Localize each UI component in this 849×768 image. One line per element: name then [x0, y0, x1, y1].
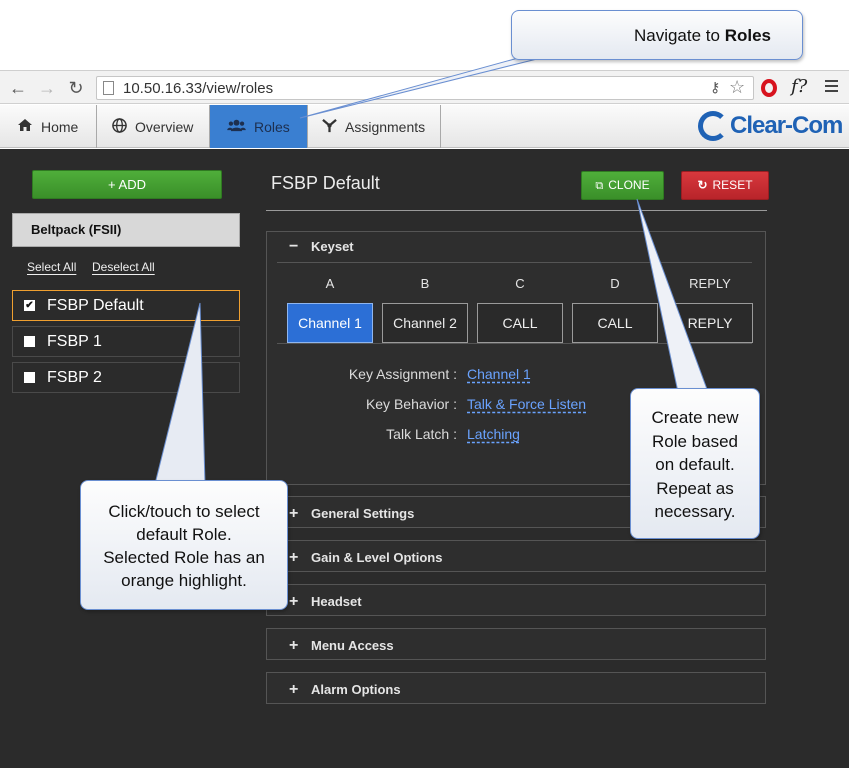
tab-label: Assignments	[345, 118, 426, 135]
section-title: Menu Access	[311, 638, 394, 653]
star-icon[interactable]: ☆	[729, 77, 745, 98]
section-title: Headset	[311, 594, 362, 609]
page-title: FSBP Default	[271, 173, 380, 193]
section-title: General Settings	[311, 506, 415, 521]
callout-line: on default.	[655, 455, 735, 474]
plus-icon: +	[289, 593, 299, 610]
url-text: 10.50.16.33/view/roles	[123, 80, 274, 97]
deselect-all-link[interactable]: Deselect All	[92, 260, 155, 274]
callout-bold-text: Roles	[724, 26, 771, 45]
section-gain-level-options[interactable]: + Gain & Level Options	[266, 540, 766, 572]
minus-icon: −	[289, 238, 299, 255]
clone-button[interactable]: ⧉ CLONE	[581, 171, 664, 200]
browser-menu-icon[interactable]	[825, 80, 838, 95]
globe-icon	[112, 117, 127, 136]
section-title: Gain & Level Options	[311, 550, 443, 565]
key-assignment-value[interactable]: Channel 1	[467, 366, 531, 382]
key-button-a[interactable]: Channel 1	[287, 303, 373, 343]
divider	[266, 210, 767, 211]
key-button-reply[interactable]: REPLY	[667, 303, 753, 343]
role-item-fsbp-2[interactable]: FSBP 2	[12, 362, 240, 393]
divider	[277, 262, 752, 263]
clear-com-logo: Clear-Com	[698, 110, 843, 142]
users-icon	[227, 119, 246, 135]
key-button-c[interactable]: CALL	[477, 303, 563, 343]
tab-label: Home	[41, 118, 79, 135]
callout-line: Click/touch to select	[108, 502, 260, 521]
keyset-header[interactable]: − Keyset	[289, 238, 354, 256]
checkbox-unchecked[interactable]	[24, 336, 35, 347]
role-label: FSBP 2	[47, 369, 102, 386]
back-arrow-icon[interactable]: ←	[8, 78, 28, 98]
select-all-link[interactable]: Select All	[27, 260, 76, 274]
reset-label: RESET	[712, 178, 753, 192]
divider	[277, 343, 752, 344]
callout-line: Repeat as	[656, 478, 734, 498]
callout-line: Create new	[651, 408, 739, 427]
section-title: Alarm Options	[311, 682, 401, 697]
plus-icon: +	[289, 681, 299, 698]
section-headset[interactable]: + Headset	[266, 584, 766, 616]
keyset-title: Keyset	[311, 239, 354, 254]
key-column-c: C	[515, 276, 525, 291]
key-column-b: B	[420, 276, 430, 291]
callout-line: Role based	[651, 431, 738, 451]
callout-line: necessary.	[654, 502, 736, 521]
key-column-d: D	[610, 276, 620, 291]
key-column-a: A	[325, 276, 335, 291]
clone-label: CLONE	[608, 178, 650, 192]
function-extension-icon[interactable]: f?	[791, 76, 807, 97]
copy-icon: ⧉	[595, 180, 604, 192]
plus-icon: +	[289, 505, 299, 522]
select-role-callout: Click/touch to select default Role. Sele…	[80, 480, 288, 610]
checkbox-unchecked[interactable]	[24, 372, 35, 383]
section-menu-access[interactable]: + Menu Access	[266, 628, 766, 660]
role-label: FSBP 1	[47, 333, 102, 350]
reload-icon[interactable]: ↻	[66, 78, 86, 98]
key-button-b[interactable]: Channel 2	[382, 303, 468, 343]
key-behavior-label: Key Behavior :	[365, 396, 457, 412]
role-item-fsbp-default[interactable]: ✔ FSBP Default	[12, 290, 240, 321]
browser-toolbar: ← → ↻ 10.50.16.33/view/roles ⚷ ☆ f?	[0, 70, 849, 104]
logo-text: Clear-Com	[730, 112, 843, 139]
tab-roles[interactable]: Roles	[210, 105, 308, 148]
tab-label: Roles	[254, 118, 290, 135]
callout-line: default Role.	[136, 525, 232, 544]
checkbox-checked[interactable]: ✔	[24, 300, 35, 311]
key-icon[interactable]: ⚷	[710, 79, 720, 96]
role-item-fsbp-1[interactable]: FSBP 1	[12, 326, 240, 357]
reset-button[interactable]: ↻ RESET	[681, 171, 769, 200]
assignments-icon	[322, 118, 337, 136]
callout-line: orange highlight.	[121, 571, 247, 590]
clear-com-logo-mark	[698, 111, 728, 141]
talk-latch-value[interactable]: Latching	[467, 426, 520, 442]
plus-icon: +	[289, 637, 299, 654]
callout-text: Navigate to	[633, 26, 725, 45]
address-bar[interactable]: 10.50.16.33/view/roles ⚷ ☆	[96, 76, 754, 100]
opera-extension-icon[interactable]	[761, 79, 777, 97]
key-behavior-value[interactable]: Talk & Force Listen	[467, 396, 586, 412]
device-type-header[interactable]: Beltpack (FSII)	[12, 213, 240, 247]
role-label: FSBP Default	[47, 297, 144, 314]
tab-assignments[interactable]: Assignments	[308, 105, 441, 148]
talk-latch-label: Talk Latch :	[386, 426, 457, 442]
tab-overview[interactable]: Overview	[97, 105, 210, 148]
key-column-reply: REPLY	[689, 276, 731, 291]
section-alarm-options[interactable]: + Alarm Options	[266, 672, 766, 704]
key-button-d[interactable]: CALL	[572, 303, 658, 343]
navigate-callout: Navigate to Roles	[511, 10, 803, 60]
plus-icon: +	[289, 549, 299, 566]
add-role-button[interactable]: + ADD	[32, 170, 222, 199]
callout-line: Selected Role has an	[103, 548, 265, 567]
tab-home[interactable]: Home	[0, 105, 97, 148]
tab-label: Overview	[135, 118, 194, 135]
home-icon	[17, 118, 33, 135]
key-assignment-label: Key Assignment :	[348, 366, 457, 382]
refresh-icon: ↻	[697, 178, 708, 192]
page-icon	[103, 81, 114, 95]
clone-role-callout: Create new Role based on default. Repeat…	[630, 388, 760, 539]
forward-arrow-icon[interactable]: →	[37, 78, 57, 98]
